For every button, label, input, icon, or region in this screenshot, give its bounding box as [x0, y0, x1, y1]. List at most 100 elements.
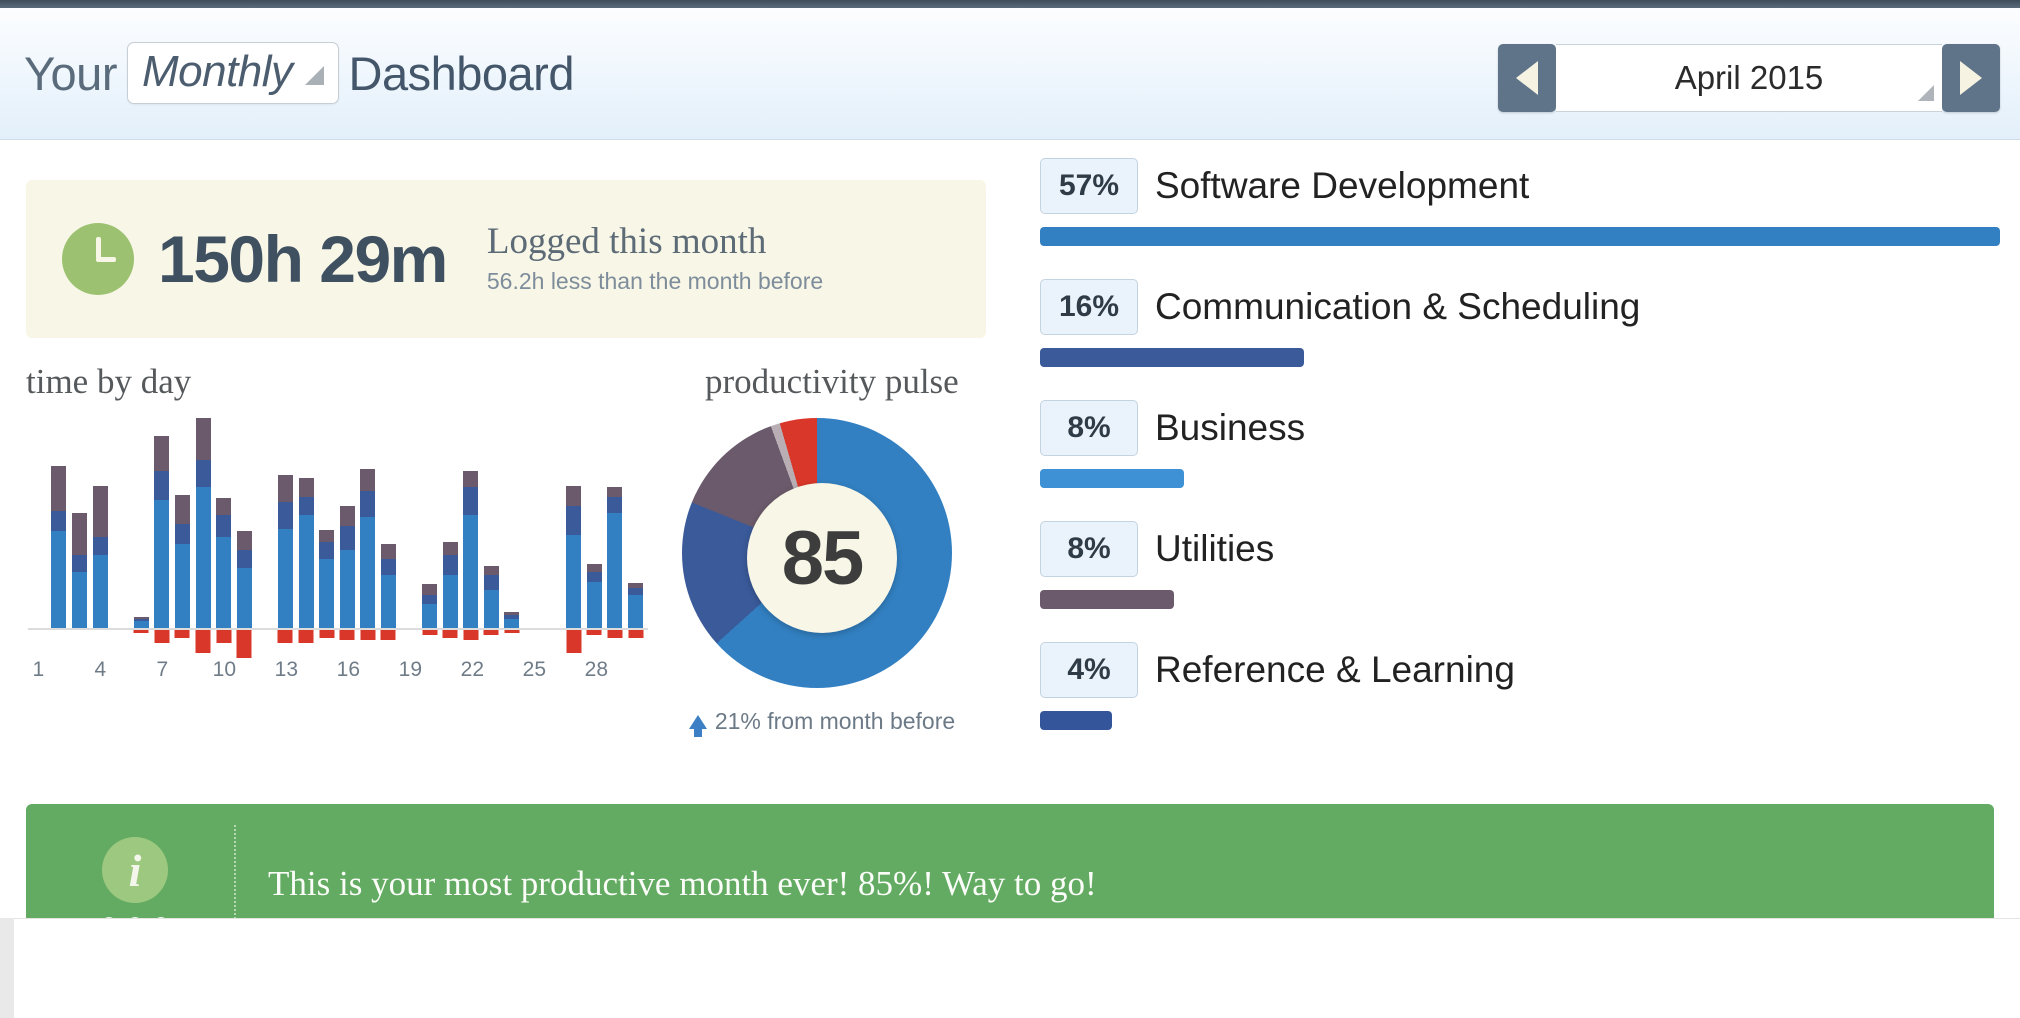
bar-stack	[586, 564, 602, 630]
bar-segment	[483, 566, 499, 576]
bar-distracting-segment	[586, 630, 602, 636]
bar-slot[interactable]	[378, 412, 399, 641]
time-by-day-chart[interactable]: 1 4 7 10 13 16 19 22 25 28	[28, 412, 648, 704]
bar-segment	[422, 584, 438, 596]
bar-slot[interactable]	[358, 412, 379, 641]
category-bar	[1040, 348, 1304, 367]
category-name: Software Development	[1155, 165, 1530, 206]
chevron-down-icon	[304, 66, 324, 85]
bar-segment	[566, 485, 582, 506]
bar-slot[interactable]	[69, 412, 90, 630]
bar-slot[interactable]	[131, 412, 152, 633]
bar-segment	[277, 474, 293, 503]
bar-segment	[442, 555, 458, 576]
category-row[interactable]: 8% Utilities	[1040, 521, 2000, 609]
bar-distracting-segment	[236, 630, 252, 658]
bar-slot[interactable]	[419, 412, 440, 636]
bar-segment	[463, 487, 479, 515]
bar-segment	[628, 595, 644, 630]
x-axis-tick-label: 16	[336, 658, 361, 681]
x-axis-tick-label: 25	[522, 658, 547, 681]
bar-slot[interactable]	[563, 412, 584, 653]
bar-segment	[319, 542, 335, 559]
bar-distracting-segment	[133, 630, 149, 633]
bar-segment	[174, 524, 190, 545]
bar-slot[interactable]	[605, 412, 626, 638]
category-name: Communication & Scheduling	[1155, 286, 1641, 327]
bar-slot[interactable]	[522, 412, 543, 630]
bar-slot[interactable]	[502, 412, 523, 633]
bar-distracting-segment	[442, 630, 458, 638]
page-title: Your Monthly Dashboard	[24, 42, 574, 104]
bar-slot[interactable]	[481, 412, 502, 636]
bar-stack	[483, 566, 499, 630]
bar-distracting-segment	[339, 630, 355, 641]
period-selector[interactable]: Monthly	[126, 42, 339, 104]
bar-segment	[586, 564, 602, 572]
bar-segment	[236, 567, 252, 630]
category-header: 8% Utilities	[1040, 521, 2000, 577]
bar-segment	[607, 513, 623, 630]
chart-axis-line	[28, 628, 648, 630]
category-percent-badge: 16%	[1040, 279, 1138, 335]
bar-stack	[71, 513, 87, 630]
bar-stack	[566, 485, 582, 630]
bar-slot[interactable]	[49, 412, 70, 630]
bar-segment	[216, 514, 232, 537]
bar-slot[interactable]	[172, 412, 193, 638]
bar-slot[interactable]	[399, 412, 420, 630]
clock-icon	[62, 223, 134, 295]
triangle-right-icon	[1960, 61, 1982, 95]
category-name: Utilities	[1155, 528, 1275, 569]
bar-slot[interactable]	[28, 412, 49, 630]
date-label: April 2015	[1674, 59, 1824, 96]
bar-slot[interactable]	[110, 412, 131, 630]
bar-slot[interactable]	[316, 412, 337, 638]
category-header: 16% Communication & Scheduling	[1040, 279, 2000, 335]
prev-period-button[interactable]	[1498, 44, 1556, 112]
corner-dropdown-icon	[1918, 85, 1934, 101]
bar-slot[interactable]	[275, 412, 296, 643]
bar-slot[interactable]	[152, 412, 173, 643]
bar-slot[interactable]	[440, 412, 461, 638]
bar-slot[interactable]	[213, 412, 234, 643]
bar-slot[interactable]	[90, 412, 111, 630]
bar-slot[interactable]	[625, 412, 646, 638]
browser-chrome-strip	[0, 0, 2020, 8]
category-row[interactable]: 8% Business	[1040, 400, 2000, 488]
productivity-pulse-chart[interactable]: 85 21% from month before	[672, 408, 972, 737]
bar-stack	[174, 494, 190, 630]
pulse-score: 85	[781, 515, 865, 601]
category-header: 57% Software Development	[1040, 158, 2000, 214]
bar-segment	[380, 544, 396, 559]
bar-segment	[360, 469, 376, 492]
bar-slot[interactable]	[255, 412, 276, 630]
bar-slot[interactable]	[584, 412, 605, 636]
bar-stack	[216, 498, 232, 630]
bar-stack	[298, 478, 314, 630]
bar-segment	[71, 513, 87, 556]
bar-segment	[339, 525, 355, 550]
bar-slot[interactable]	[234, 412, 255, 658]
bar-distracting-segment	[566, 630, 582, 653]
bar-stack	[154, 436, 170, 630]
bar-distracting-segment	[628, 630, 644, 638]
date-display[interactable]: April 2015	[1556, 44, 1942, 112]
bar-segment	[277, 529, 293, 630]
bar-slot[interactable]	[193, 412, 214, 653]
page-left-edge	[0, 918, 14, 1018]
category-row[interactable]: 16% Communication & Scheduling	[1040, 279, 2000, 367]
x-axis-tick-label: 7	[156, 658, 169, 681]
bar-slot[interactable]	[543, 412, 564, 630]
category-row[interactable]: 57% Software Development	[1040, 158, 2000, 246]
bar-slot[interactable]	[296, 412, 317, 643]
bar-slot[interactable]	[337, 412, 358, 641]
bar-segment	[319, 558, 335, 630]
next-period-button[interactable]	[1942, 44, 2000, 112]
bar-segment	[380, 575, 396, 630]
category-row[interactable]: 4% Reference & Learning	[1040, 642, 2000, 730]
bar-slot[interactable]	[460, 412, 481, 641]
bar-distracting-segment	[174, 630, 190, 638]
bar-stack	[92, 485, 108, 630]
bar-distracting-segment	[319, 630, 335, 638]
